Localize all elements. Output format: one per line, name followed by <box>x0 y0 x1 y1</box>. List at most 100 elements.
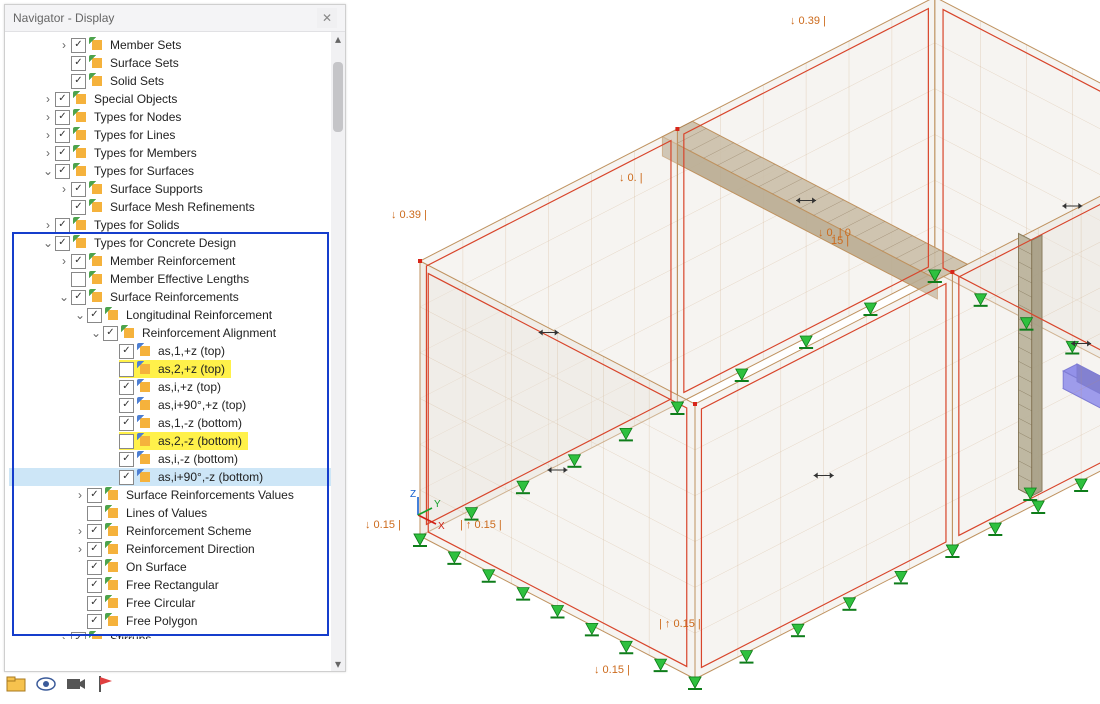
tree-row[interactable]: ›Types for Nodes <box>9 108 331 126</box>
chevron-right-icon[interactable]: › <box>41 126 55 144</box>
tree-label: as,2,-z (bottom) <box>158 434 242 448</box>
checkbox[interactable] <box>119 362 134 377</box>
tree-row[interactable]: ⌄Reinforcement Alignment <box>9 324 331 342</box>
checkbox[interactable] <box>71 38 86 53</box>
checkbox[interactable] <box>87 596 102 611</box>
checkbox[interactable] <box>87 578 102 593</box>
chevron-right-icon[interactable]: › <box>41 216 55 234</box>
tree-row[interactable]: ›Member Reinforcement <box>9 252 331 270</box>
chevron-right-icon[interactable]: › <box>41 90 55 108</box>
checkbox[interactable] <box>119 380 134 395</box>
checkbox[interactable] <box>119 416 134 431</box>
checkbox[interactable] <box>55 128 70 143</box>
tree-row[interactable]: as,1,-z (bottom) <box>9 414 331 432</box>
chevron-right-icon[interactable]: › <box>57 180 71 198</box>
tree-row[interactable]: › Reinforcement Direction <box>9 540 331 558</box>
tree-row[interactable]: Surface Sets <box>9 54 331 72</box>
chevron-right-icon[interactable]: › <box>57 252 71 270</box>
tree-row[interactable]: ›Surface Supports <box>9 180 331 198</box>
tree-row[interactable]: ›Reinforcement Scheme <box>9 522 331 540</box>
tree-row[interactable]: ⌄Types for Concrete Design <box>9 234 331 252</box>
tree-row[interactable]: Surface Mesh Refinements <box>9 198 331 216</box>
tree-row[interactable]: ⌄Surface Reinforcements <box>9 288 331 306</box>
tree-row[interactable]: ›Member Sets <box>9 36 331 54</box>
chevron-down-icon[interactable]: ⌄ <box>89 324 103 342</box>
tree-row[interactable]: Member Effective Lengths <box>9 270 331 288</box>
checkbox[interactable] <box>119 470 134 485</box>
tree-row[interactable]: Solid Sets <box>9 72 331 90</box>
close-icon[interactable]: ✕ <box>317 8 337 28</box>
checkbox[interactable] <box>55 92 70 107</box>
checkbox[interactable] <box>71 272 86 287</box>
checkbox[interactable] <box>119 434 134 449</box>
checkbox[interactable] <box>71 200 86 215</box>
tree-row[interactable]: as,2,-z (bottom) <box>9 432 331 450</box>
tree-row[interactable]: as,2,+z (top) <box>9 360 331 378</box>
checkbox[interactable] <box>71 254 86 269</box>
tree-row[interactable]: as,i,+z (top) <box>9 378 331 396</box>
camera-icon[interactable] <box>66 674 86 694</box>
checkbox[interactable] <box>55 164 70 179</box>
tree-row[interactable]: Free Circular <box>9 594 331 612</box>
tree-label: Free Circular <box>126 596 195 610</box>
svg-text:↓ 0.15 |: ↓ 0.15 | <box>594 664 630 676</box>
checkbox[interactable] <box>87 308 102 323</box>
chevron-right-icon[interactable]: › <box>57 36 71 54</box>
checkbox[interactable] <box>71 56 86 71</box>
checkbox[interactable] <box>119 452 134 467</box>
checkbox[interactable] <box>87 524 102 539</box>
chevron-down-icon[interactable]: ⌄ <box>57 288 71 306</box>
scroll-down-icon[interactable]: ▾ <box>331 657 345 671</box>
checkbox[interactable] <box>55 218 70 233</box>
scroll-up-icon[interactable]: ▴ <box>331 32 345 46</box>
checkbox[interactable] <box>119 344 134 359</box>
chevron-right-icon[interactable]: › <box>57 630 71 648</box>
checkbox[interactable] <box>87 506 102 521</box>
tree-row[interactable]: as,i+90°,-z (bottom) <box>9 468 331 486</box>
checkbox[interactable] <box>71 74 86 89</box>
chevron-down-icon[interactable]: ⌄ <box>41 234 55 252</box>
checkbox[interactable] <box>71 290 86 305</box>
tree-row[interactable]: Lines of Values <box>9 504 331 522</box>
chevron-right-icon[interactable]: › <box>41 144 55 162</box>
tree-row[interactable]: ›Special Objects <box>9 90 331 108</box>
tree-row[interactable]: ›Types for Lines <box>9 126 331 144</box>
tree-row[interactable]: as,i+90°,+z (top) <box>9 396 331 414</box>
checkbox[interactable] <box>87 614 102 629</box>
checkbox[interactable] <box>55 146 70 161</box>
checkbox[interactable] <box>87 542 102 557</box>
chevron-down-icon[interactable]: ⌄ <box>41 162 55 180</box>
chevron-right-icon[interactable]: › <box>41 108 55 126</box>
tree-row[interactable]: ›Types for Members <box>9 144 331 162</box>
eye-icon[interactable] <box>36 674 56 694</box>
checkbox[interactable] <box>103 326 118 341</box>
tree-row[interactable]: › Types for Solids <box>9 216 331 234</box>
scrollbar-vertical[interactable]: ▴ ▾ <box>331 32 345 671</box>
checkbox[interactable] <box>71 632 86 647</box>
checkbox[interactable] <box>119 398 134 413</box>
chevron-right-icon[interactable]: › <box>73 486 87 504</box>
viewport-3d[interactable]: ZXY↓ 0.39 |↓ 0. |↓ 0.39 |↓ 0. | 015 |↓ 0… <box>348 0 1100 704</box>
checkbox[interactable] <box>55 110 70 125</box>
tree-label: Reinforcement Direction <box>126 542 255 556</box>
tree-label: Types for Solids <box>94 218 179 232</box>
tree-row[interactable]: Free Polygon <box>9 612 331 630</box>
tree-row[interactable]: ›Stirrups <box>9 630 331 648</box>
flag-icon[interactable] <box>96 674 116 694</box>
scroll-thumb[interactable] <box>333 62 343 132</box>
chevron-right-icon[interactable]: › <box>73 540 87 558</box>
checkbox[interactable] <box>87 488 102 503</box>
project-icon[interactable] <box>6 674 26 694</box>
chevron-right-icon[interactable]: › <box>73 522 87 540</box>
checkbox[interactable] <box>87 560 102 575</box>
checkbox[interactable] <box>55 236 70 251</box>
tree-row[interactable]: ⌄Types for Surfaces <box>9 162 331 180</box>
tree-row[interactable]: as,1,+z (top) <box>9 342 331 360</box>
chevron-down-icon[interactable]: ⌄ <box>73 306 87 324</box>
tree-row[interactable]: On Surface <box>9 558 331 576</box>
checkbox[interactable] <box>71 182 86 197</box>
tree-row[interactable]: ›Surface Reinforcements Values <box>9 486 331 504</box>
tree-row[interactable]: as,i,-z (bottom) <box>9 450 331 468</box>
tree-row[interactable]: Free Rectangular <box>9 576 331 594</box>
tree-row[interactable]: ⌄Longitudinal Reinforcement <box>9 306 331 324</box>
